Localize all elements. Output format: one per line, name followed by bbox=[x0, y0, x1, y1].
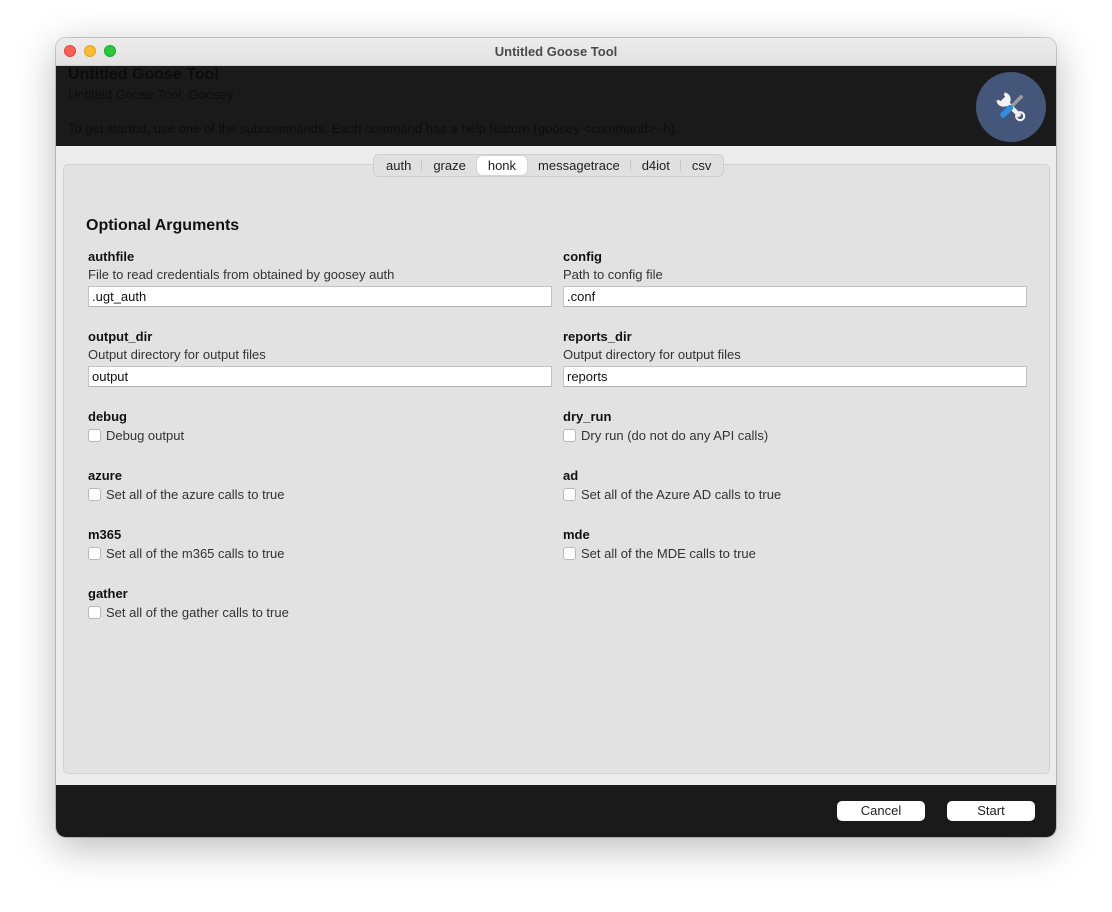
tab-messagetrace[interactable]: messagetrace bbox=[527, 156, 631, 175]
main-content: Optional Arguments authfile File to read… bbox=[56, 146, 1056, 785]
gather-field-group: gather Set all of the gather calls to tr… bbox=[88, 586, 552, 620]
ad-checkbox-row[interactable]: Set all of the Azure AD calls to true bbox=[563, 487, 1027, 502]
gather-checkbox-row[interactable]: Set all of the gather calls to true bbox=[88, 605, 552, 620]
mde-field-group: mde Set all of the MDE calls to true bbox=[563, 527, 1027, 561]
config-label: config bbox=[563, 249, 602, 264]
tab-graze[interactable]: graze bbox=[422, 156, 477, 175]
reports-dir-field-group: reports_dir Output directory for output … bbox=[563, 329, 1027, 387]
debug-field-group: debug Debug output bbox=[88, 409, 552, 443]
app-logo bbox=[976, 72, 1046, 142]
app-header: Untitled Goose Tool Untitled Goose Tool:… bbox=[56, 66, 1056, 146]
m365-checkbox-row[interactable]: Set all of the m365 calls to true bbox=[88, 546, 552, 561]
tab-auth[interactable]: auth bbox=[375, 156, 423, 175]
debug-checkbox-row[interactable]: Debug output bbox=[88, 428, 552, 443]
azure-checkbox-label[interactable]: Set all of the azure calls to true bbox=[106, 487, 284, 502]
app-title: Untitled Goose Tool bbox=[68, 66, 219, 83]
title-bar: Untitled Goose Tool bbox=[56, 38, 1056, 66]
config-input[interactable] bbox=[563, 286, 1027, 307]
azure-field-group: azure Set all of the azure calls to true bbox=[88, 468, 552, 502]
window-title: Untitled Goose Tool bbox=[494, 44, 618, 59]
config-field-group: config Path to config file bbox=[563, 249, 1027, 307]
traffic-lights bbox=[64, 45, 116, 57]
authfile-field-group: authfile File to read credentials from o… bbox=[88, 249, 552, 307]
m365-checkbox[interactable] bbox=[88, 547, 101, 560]
ad-checkbox[interactable] bbox=[563, 488, 576, 501]
gather-checkbox[interactable] bbox=[88, 606, 101, 619]
start-button[interactable]: Start bbox=[947, 801, 1035, 821]
mde-checkbox[interactable] bbox=[563, 547, 576, 560]
close-window-button[interactable] bbox=[64, 45, 76, 57]
reports-dir-input[interactable] bbox=[563, 366, 1027, 387]
mde-checkbox-label[interactable]: Set all of the MDE calls to true bbox=[581, 546, 756, 561]
reports-dir-label: reports_dir bbox=[563, 329, 632, 344]
azure-checkbox-row[interactable]: Set all of the azure calls to true bbox=[88, 487, 552, 502]
minimize-window-button[interactable] bbox=[84, 45, 96, 57]
azure-checkbox[interactable] bbox=[88, 488, 101, 501]
authfile-input[interactable] bbox=[88, 286, 552, 307]
footer-bar: Cancel Start bbox=[56, 785, 1056, 837]
m365-checkbox-label[interactable]: Set all of the m365 calls to true bbox=[106, 546, 284, 561]
reports-dir-description: Output directory for output files bbox=[563, 347, 741, 362]
output-dir-input[interactable] bbox=[88, 366, 552, 387]
debug-label: debug bbox=[88, 409, 127, 424]
debug-checkbox[interactable] bbox=[88, 429, 101, 442]
dry-run-checkbox[interactable] bbox=[563, 429, 576, 442]
dry-run-checkbox-label[interactable]: Dry run (do not do any API calls) bbox=[581, 428, 768, 443]
subcommand-tabs: auth graze honk messagetrace d4iot csv bbox=[373, 154, 725, 177]
output-dir-label: output_dir bbox=[88, 329, 153, 344]
app-subtitle: Untitled Goose Tool: Goosey bbox=[68, 87, 234, 102]
gather-checkbox-label[interactable]: Set all of the gather calls to true bbox=[106, 605, 289, 620]
authfile-description: File to read credentials from obtained b… bbox=[88, 267, 395, 282]
azure-label: azure bbox=[88, 468, 122, 483]
tab-honk[interactable]: honk bbox=[476, 156, 528, 175]
app-window: Untitled Goose Tool Untitled Goose Tool … bbox=[56, 38, 1056, 837]
mde-checkbox-row[interactable]: Set all of the MDE calls to true bbox=[563, 546, 1027, 561]
config-description: Path to config file bbox=[563, 267, 663, 282]
cancel-button[interactable]: Cancel bbox=[837, 801, 925, 821]
dry-run-label: dry_run bbox=[563, 409, 612, 424]
tab-d4iot[interactable]: d4iot bbox=[631, 156, 682, 175]
ad-label: ad bbox=[563, 468, 579, 483]
output-dir-description: Output directory for output files bbox=[88, 347, 266, 362]
tab-pane: Optional Arguments authfile File to read… bbox=[63, 164, 1050, 774]
debug-checkbox-label[interactable]: Debug output bbox=[106, 428, 184, 443]
section-title: Optional Arguments bbox=[86, 217, 240, 234]
zoom-window-button[interactable] bbox=[104, 45, 116, 57]
tools-icon bbox=[996, 92, 1026, 122]
ad-field-group: ad Set all of the Azure AD calls to true bbox=[563, 468, 1027, 502]
mde-label: mde bbox=[563, 527, 590, 542]
ad-checkbox-label[interactable]: Set all of the Azure AD calls to true bbox=[581, 487, 781, 502]
m365-label: m365 bbox=[88, 527, 122, 542]
app-description: To get started, use one of the subcomman… bbox=[68, 121, 679, 136]
tab-csv[interactable]: csv bbox=[681, 156, 723, 175]
dry-run-field-group: dry_run Dry run (do not do any API calls… bbox=[563, 409, 1027, 443]
authfile-label: authfile bbox=[88, 249, 135, 264]
m365-field-group: m365 Set all of the m365 calls to true bbox=[88, 527, 552, 561]
dry-run-checkbox-row[interactable]: Dry run (do not do any API calls) bbox=[563, 428, 1027, 443]
output-dir-field-group: output_dir Output directory for output f… bbox=[88, 329, 552, 387]
gather-label: gather bbox=[88, 586, 128, 601]
